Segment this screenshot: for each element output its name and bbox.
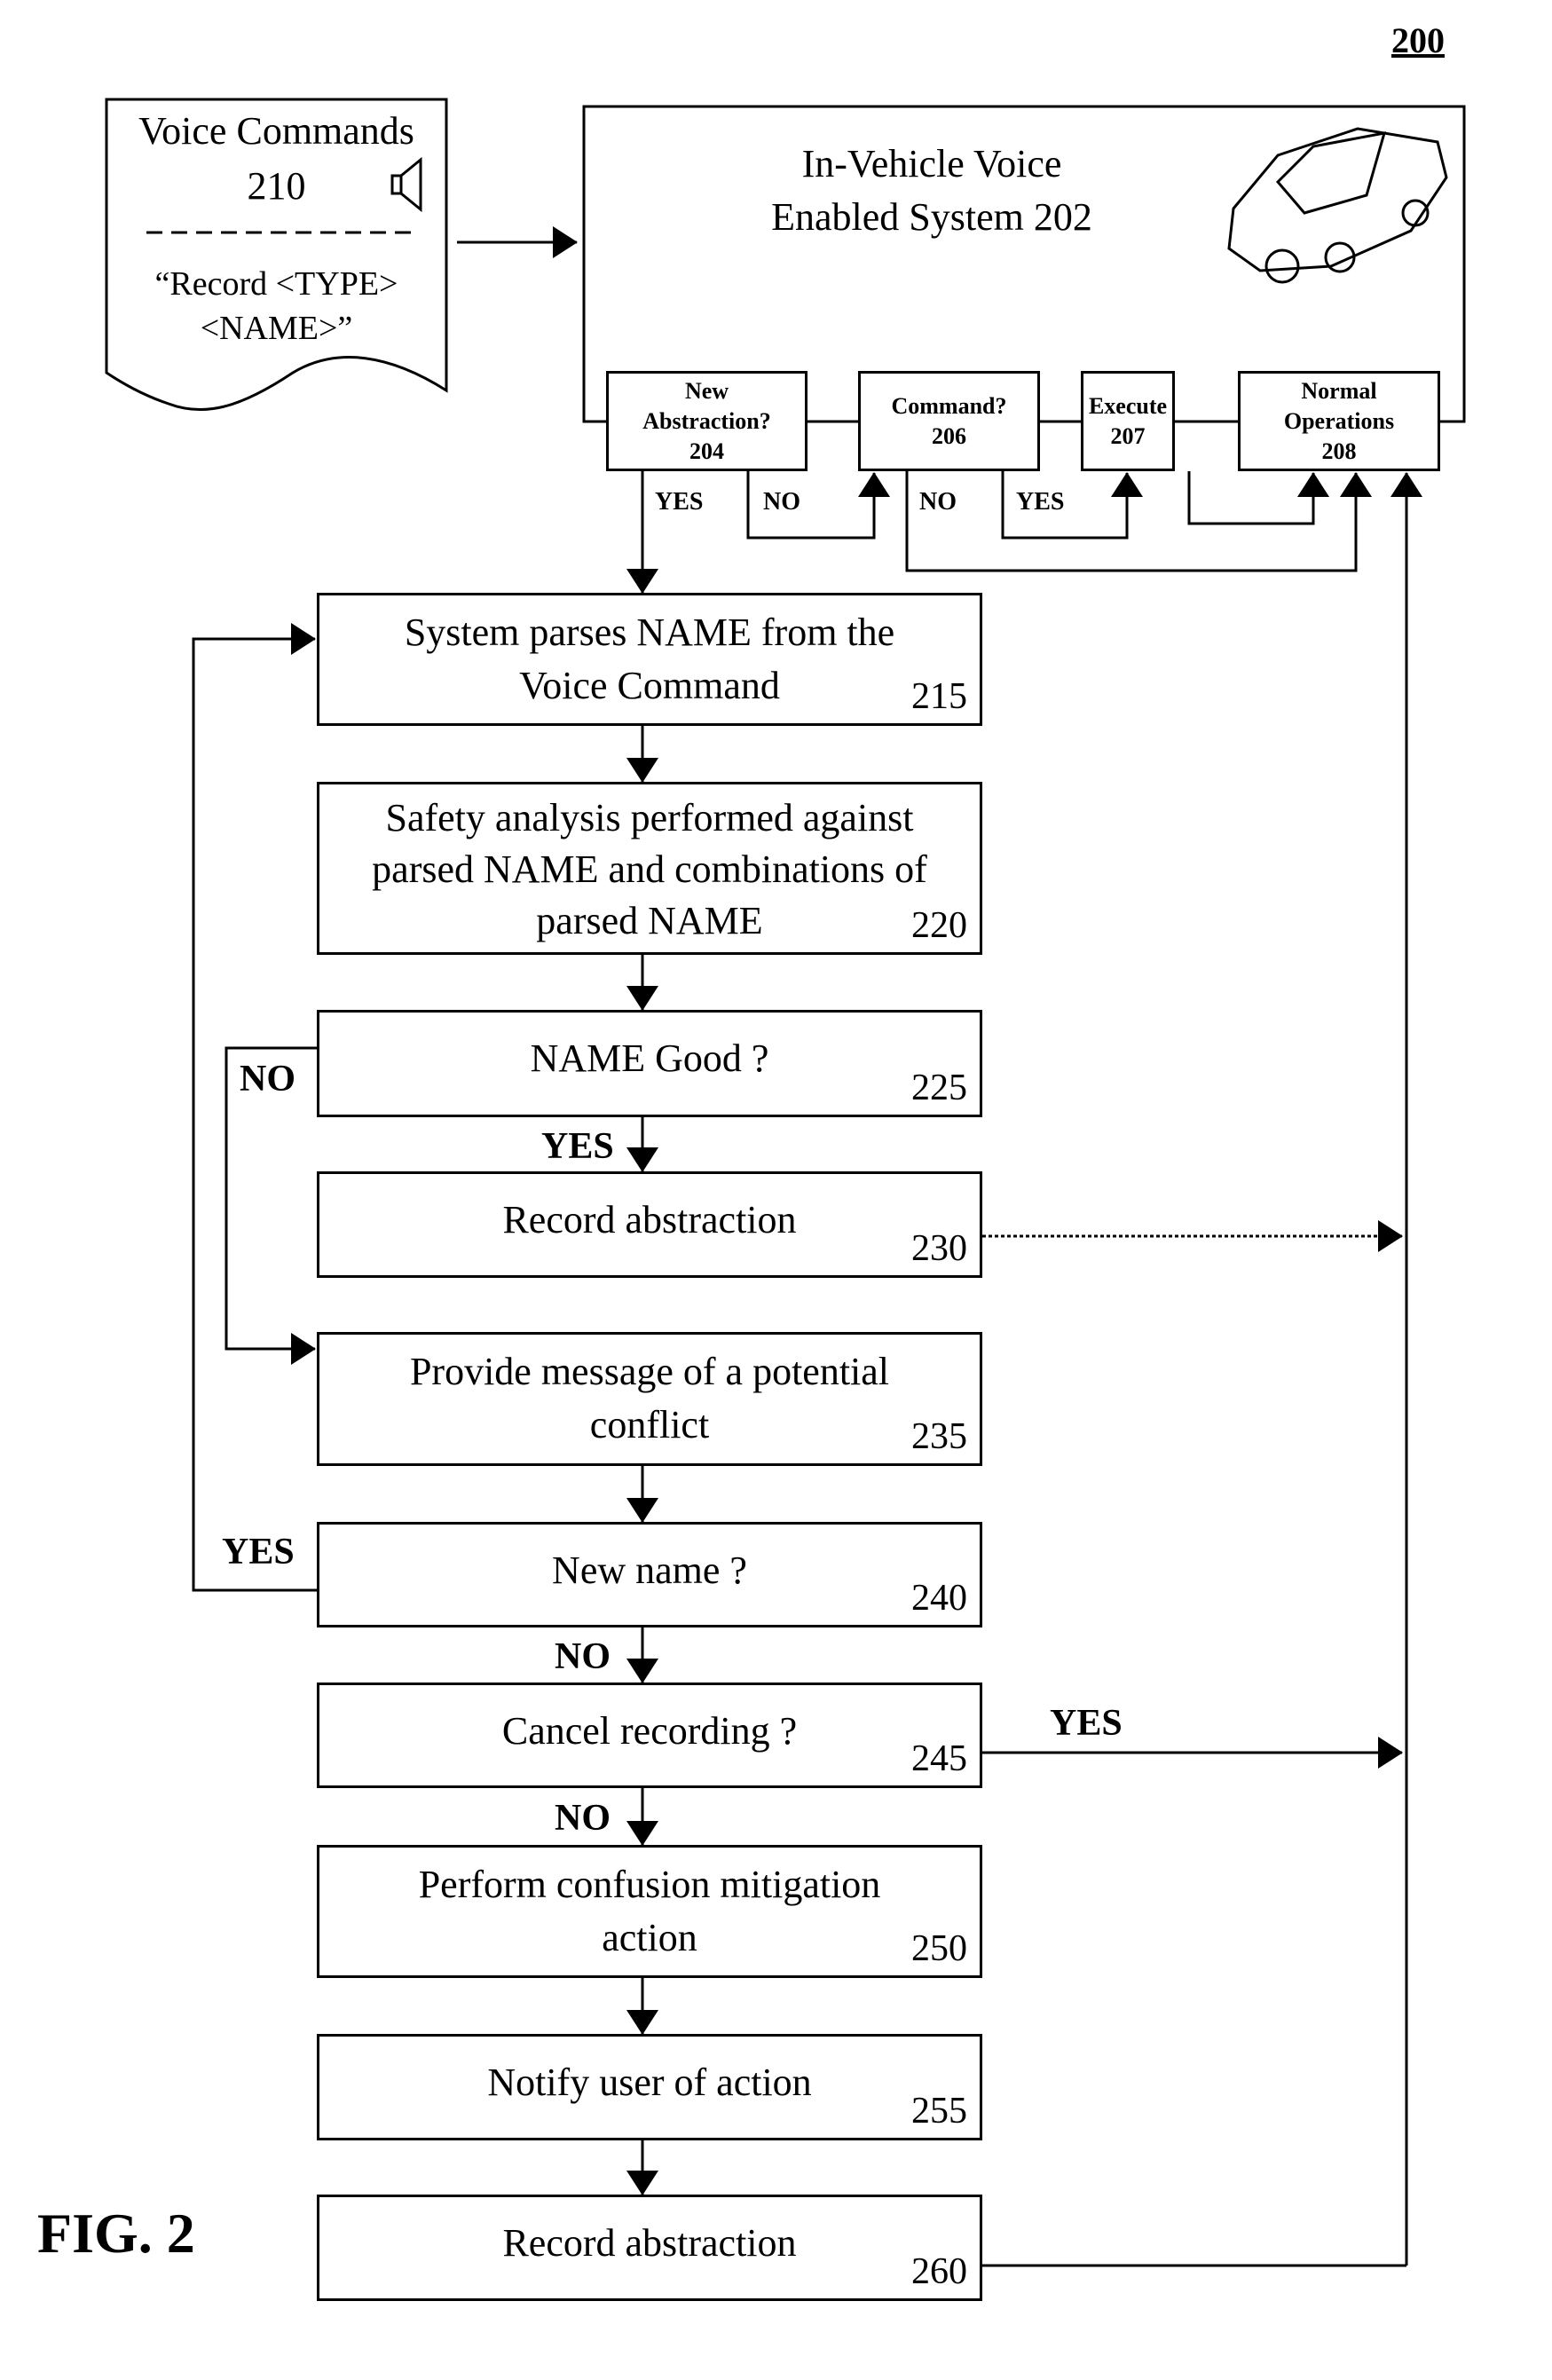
step-215: System parses NAME from the Voice Comman…	[317, 593, 982, 726]
step-225: NAME Good ? 225	[317, 1010, 982, 1117]
step-220: Safety analysis performed against parsed…	[317, 782, 982, 955]
voice-command-example: “Record <TYPE>	[154, 265, 398, 303]
step-245: Cancel recording ? 245	[317, 1683, 982, 1788]
step-260: Record abstraction 260	[317, 2195, 982, 2301]
voice-commands-title: Voice Commands	[138, 109, 414, 153]
step-208: Normal Operations 208	[1238, 371, 1440, 471]
arrow-206-no	[905, 471, 1372, 572]
step-240: New name ? 240	[317, 1522, 982, 1627]
step-204: New Abstraction? 204	[606, 371, 808, 471]
figure-label: FIG. 2	[37, 2202, 195, 2265]
voice-command-example-2: <NAME>”	[200, 310, 353, 347]
label-206-yes: YES	[1016, 488, 1065, 516]
label-204-yes: YES	[655, 488, 704, 516]
label-245-yes: YES	[1050, 1703, 1123, 1744]
step-235: Provide message of a potential conflict …	[317, 1332, 982, 1466]
step-206: Command? 206	[858, 371, 1040, 471]
step-255: Notify user of action 255	[317, 2034, 982, 2140]
step-250: Perform confusion mitigation action 250	[317, 1845, 982, 1978]
car-icon	[1227, 127, 1448, 284]
arrow-207-to-208	[1187, 471, 1329, 525]
label-206-no: NO	[919, 488, 957, 516]
label-225-no: NO	[240, 1059, 295, 1099]
voice-commands-number: 210	[247, 164, 306, 208]
label-240-yes: YES	[222, 1532, 295, 1572]
system-title-1: In-Vehicle Voice	[801, 142, 1062, 185]
label-204-no: NO	[763, 488, 800, 516]
label-225-yes: YES	[541, 1126, 614, 1167]
label-245-no: NO	[555, 1798, 611, 1839]
figure-ref: 200	[1391, 20, 1445, 60]
step-230: Record abstraction 230	[317, 1171, 982, 1278]
system-title-2: Enabled System 202	[771, 195, 1092, 239]
label-240-no: NO	[555, 1636, 611, 1677]
step-207: Execute 207	[1081, 371, 1175, 471]
arrow-240-yes	[192, 623, 317, 1592]
